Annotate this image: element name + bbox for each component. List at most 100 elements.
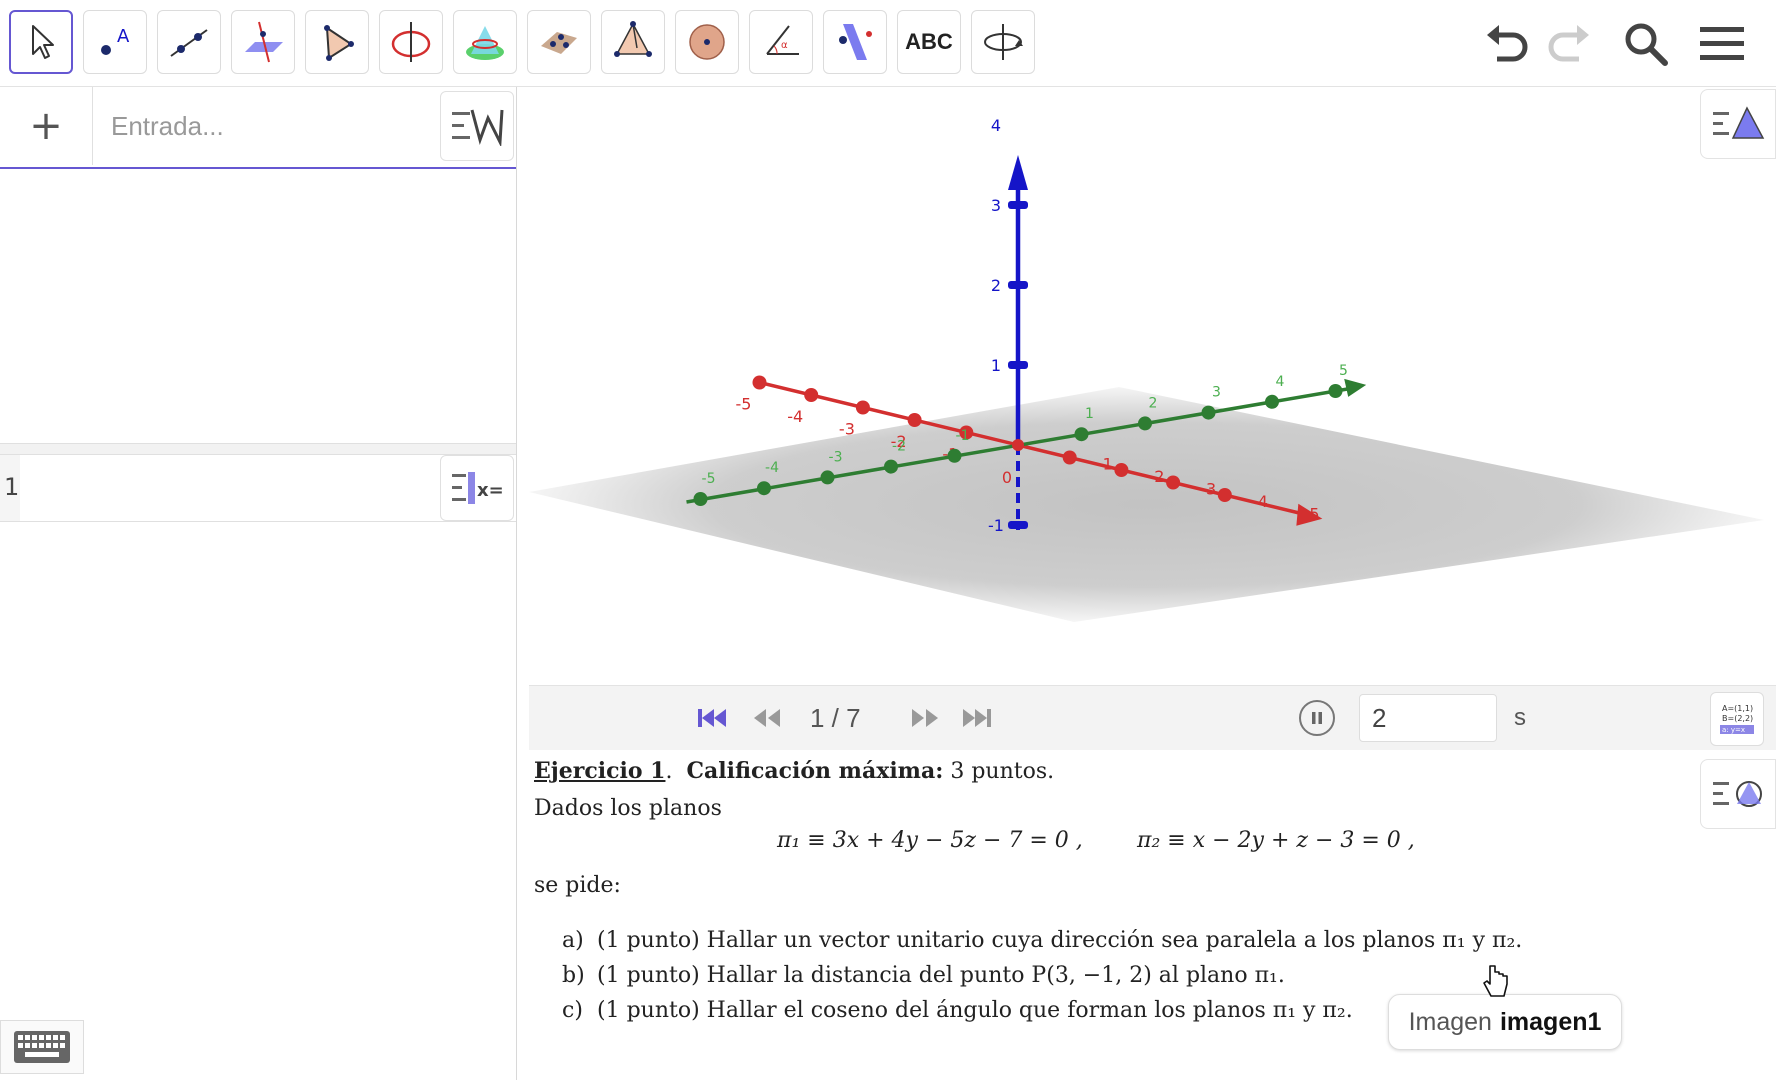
- exercise-heading: Ejercicio 1. Calificación máxima: 3 punt…: [534, 758, 1054, 784]
- z-axis-label: 4: [991, 116, 1001, 135]
- perpendicular-line-tool-button[interactable]: [231, 10, 295, 74]
- rewind-icon: [754, 709, 780, 727]
- x-axis-tick: [1062, 450, 1077, 465]
- item-c-label: c): [562, 998, 583, 1023]
- input-underline: [0, 167, 516, 169]
- x-axis-label: 3: [1206, 480, 1216, 499]
- algebra-separator: [0, 443, 516, 455]
- menu-icon: [1700, 27, 1744, 60]
- line-tool-button[interactable]: [157, 10, 221, 74]
- pause-button[interactable]: [1299, 700, 1335, 736]
- y-axis-tick: [1138, 416, 1152, 431]
- x-axis-label: 5: [1309, 505, 1319, 524]
- undo-button[interactable]: [1480, 16, 1536, 72]
- algebra-view: + 1 x=: [0, 87, 517, 1080]
- skip-first-icon: [698, 709, 726, 727]
- algebra-style-button[interactable]: [440, 91, 514, 161]
- plane-points-icon: [541, 32, 577, 54]
- y-axis-label: 5: [1339, 363, 1348, 379]
- text-tool-button[interactable]: ABC: [897, 10, 961, 74]
- y-axis-label: -5: [702, 471, 716, 487]
- image-tooltip: Imagen imagen1: [1388, 994, 1622, 1050]
- image-style-button[interactable]: [1700, 759, 1776, 829]
- x-axis-tick: [907, 413, 922, 427]
- x-axis-tick: [1114, 463, 1129, 477]
- graphics-style-button[interactable]: [1700, 89, 1776, 159]
- keyboard-button[interactable]: [0, 1020, 84, 1074]
- first-page-button[interactable]: [692, 698, 732, 738]
- move-tool-button[interactable]: [9, 10, 73, 74]
- redo-button[interactable]: [1540, 16, 1596, 72]
- pointer-icon: [32, 25, 54, 59]
- pyramid-style-icon: [1713, 106, 1765, 139]
- point-tool-button[interactable]: A: [83, 10, 147, 74]
- sphere-tool-button[interactable]: [675, 10, 739, 74]
- y-axis-tick: [1201, 405, 1216, 420]
- previous-page-button[interactable]: [747, 698, 787, 738]
- circle-axis-icon: [391, 22, 431, 62]
- x-axis-label: -3: [839, 420, 855, 439]
- image-style-icon: [1713, 781, 1762, 807]
- graphics-3d-view[interactable]: -5-4-3-2-112345-5-4-3-2-1123454321-10: [529, 87, 1776, 684]
- rotate-view-tool-button[interactable]: [971, 10, 1035, 74]
- last-page-button[interactable]: [957, 698, 997, 738]
- y-axis-label: 2: [1149, 395, 1158, 411]
- undo-icon: [1487, 25, 1528, 62]
- keyboard-icon: [14, 1031, 70, 1063]
- angle-icon: α: [766, 25, 799, 55]
- add-item-button[interactable]: +: [0, 87, 93, 165]
- svg-text:A=(1,1): A=(1,1): [1722, 704, 1753, 713]
- algebra-input[interactable]: [93, 87, 438, 165]
- z-axis-label: -1: [988, 516, 1004, 535]
- y-axis-tick: [757, 481, 771, 496]
- item-a-text: (1 punto) Hallar un vector unitario cuya…: [597, 928, 1523, 953]
- z-axis-label: 3: [991, 196, 1001, 215]
- x-axis-label: -4: [787, 407, 803, 426]
- x-axis-tick: [1166, 475, 1181, 490]
- z-axis-label: 2: [991, 276, 1001, 295]
- search-icon: [1625, 23, 1668, 66]
- equation-plane-1: π₁ ≡ 3x + 4y − 5z − 7 = 0 ,: [777, 828, 1083, 853]
- origin-point: [1012, 439, 1024, 451]
- x-axis-tick: [1217, 488, 1232, 502]
- y-axis-tick: [947, 448, 962, 463]
- z-axis-tick: [1008, 281, 1028, 289]
- x-axis-label: 4: [1258, 492, 1268, 511]
- intersect-surfaces-tool-button[interactable]: [453, 10, 517, 74]
- x-axis-label: 1: [1103, 455, 1113, 474]
- reflect-tool-button[interactable]: [823, 10, 887, 74]
- circle-axis-tool-button[interactable]: [379, 10, 443, 74]
- hand-cursor-icon: [1483, 965, 1508, 997]
- plane-through-points-tool-button[interactable]: [527, 10, 591, 74]
- polygon-tool-button[interactable]: [305, 10, 369, 74]
- angle-tool-button[interactable]: α: [749, 10, 813, 74]
- algebra-descriptions-button[interactable]: A=(1,1) B=(2,2) a: y=x: [1710, 692, 1764, 746]
- exercise-title: Ejercicio 1: [534, 758, 666, 784]
- algebra-descriptions-icon: A=(1,1)B=(2,2) a: y=x: [1720, 704, 1754, 734]
- y-axis-arrow: [1344, 378, 1367, 397]
- pyramid-tool-button[interactable]: [601, 10, 665, 74]
- x-axis-tick: [804, 388, 819, 402]
- reflect-icon: [839, 24, 872, 60]
- graph-style-icon: [452, 109, 504, 146]
- item-b-text: (1 punto) Hallar la distancia del punto …: [597, 963, 1285, 988]
- svg-text:A: A: [117, 26, 130, 47]
- algebra-row[interactable]: 1: [0, 455, 516, 522]
- z-axis-tick: [1008, 201, 1028, 209]
- 3d-canvas[interactable]: -5-4-3-2-112345-5-4-3-2-1123454321-10: [529, 87, 1776, 684]
- svg-text:x=: x=: [477, 480, 504, 501]
- perpendicular-line-icon: [245, 21, 283, 63]
- tooltip-name: imagen1: [1499, 1007, 1602, 1036]
- y-axis-tick: [1265, 394, 1279, 409]
- next-page-button[interactable]: [905, 698, 945, 738]
- intro-line: Dados los planos: [534, 796, 722, 821]
- point-icon: A: [101, 26, 130, 55]
- search-button[interactable]: [1618, 16, 1674, 72]
- y-axis-tick: [1074, 427, 1089, 442]
- menu-button[interactable]: [1694, 16, 1750, 72]
- x-axis-label: 2: [1154, 467, 1164, 486]
- time-per-slide-input[interactable]: [1359, 694, 1497, 742]
- text-icon: ABC: [905, 29, 953, 54]
- algebra-row-style-button[interactable]: x=: [440, 455, 514, 521]
- z-axis-tick: [1008, 361, 1028, 369]
